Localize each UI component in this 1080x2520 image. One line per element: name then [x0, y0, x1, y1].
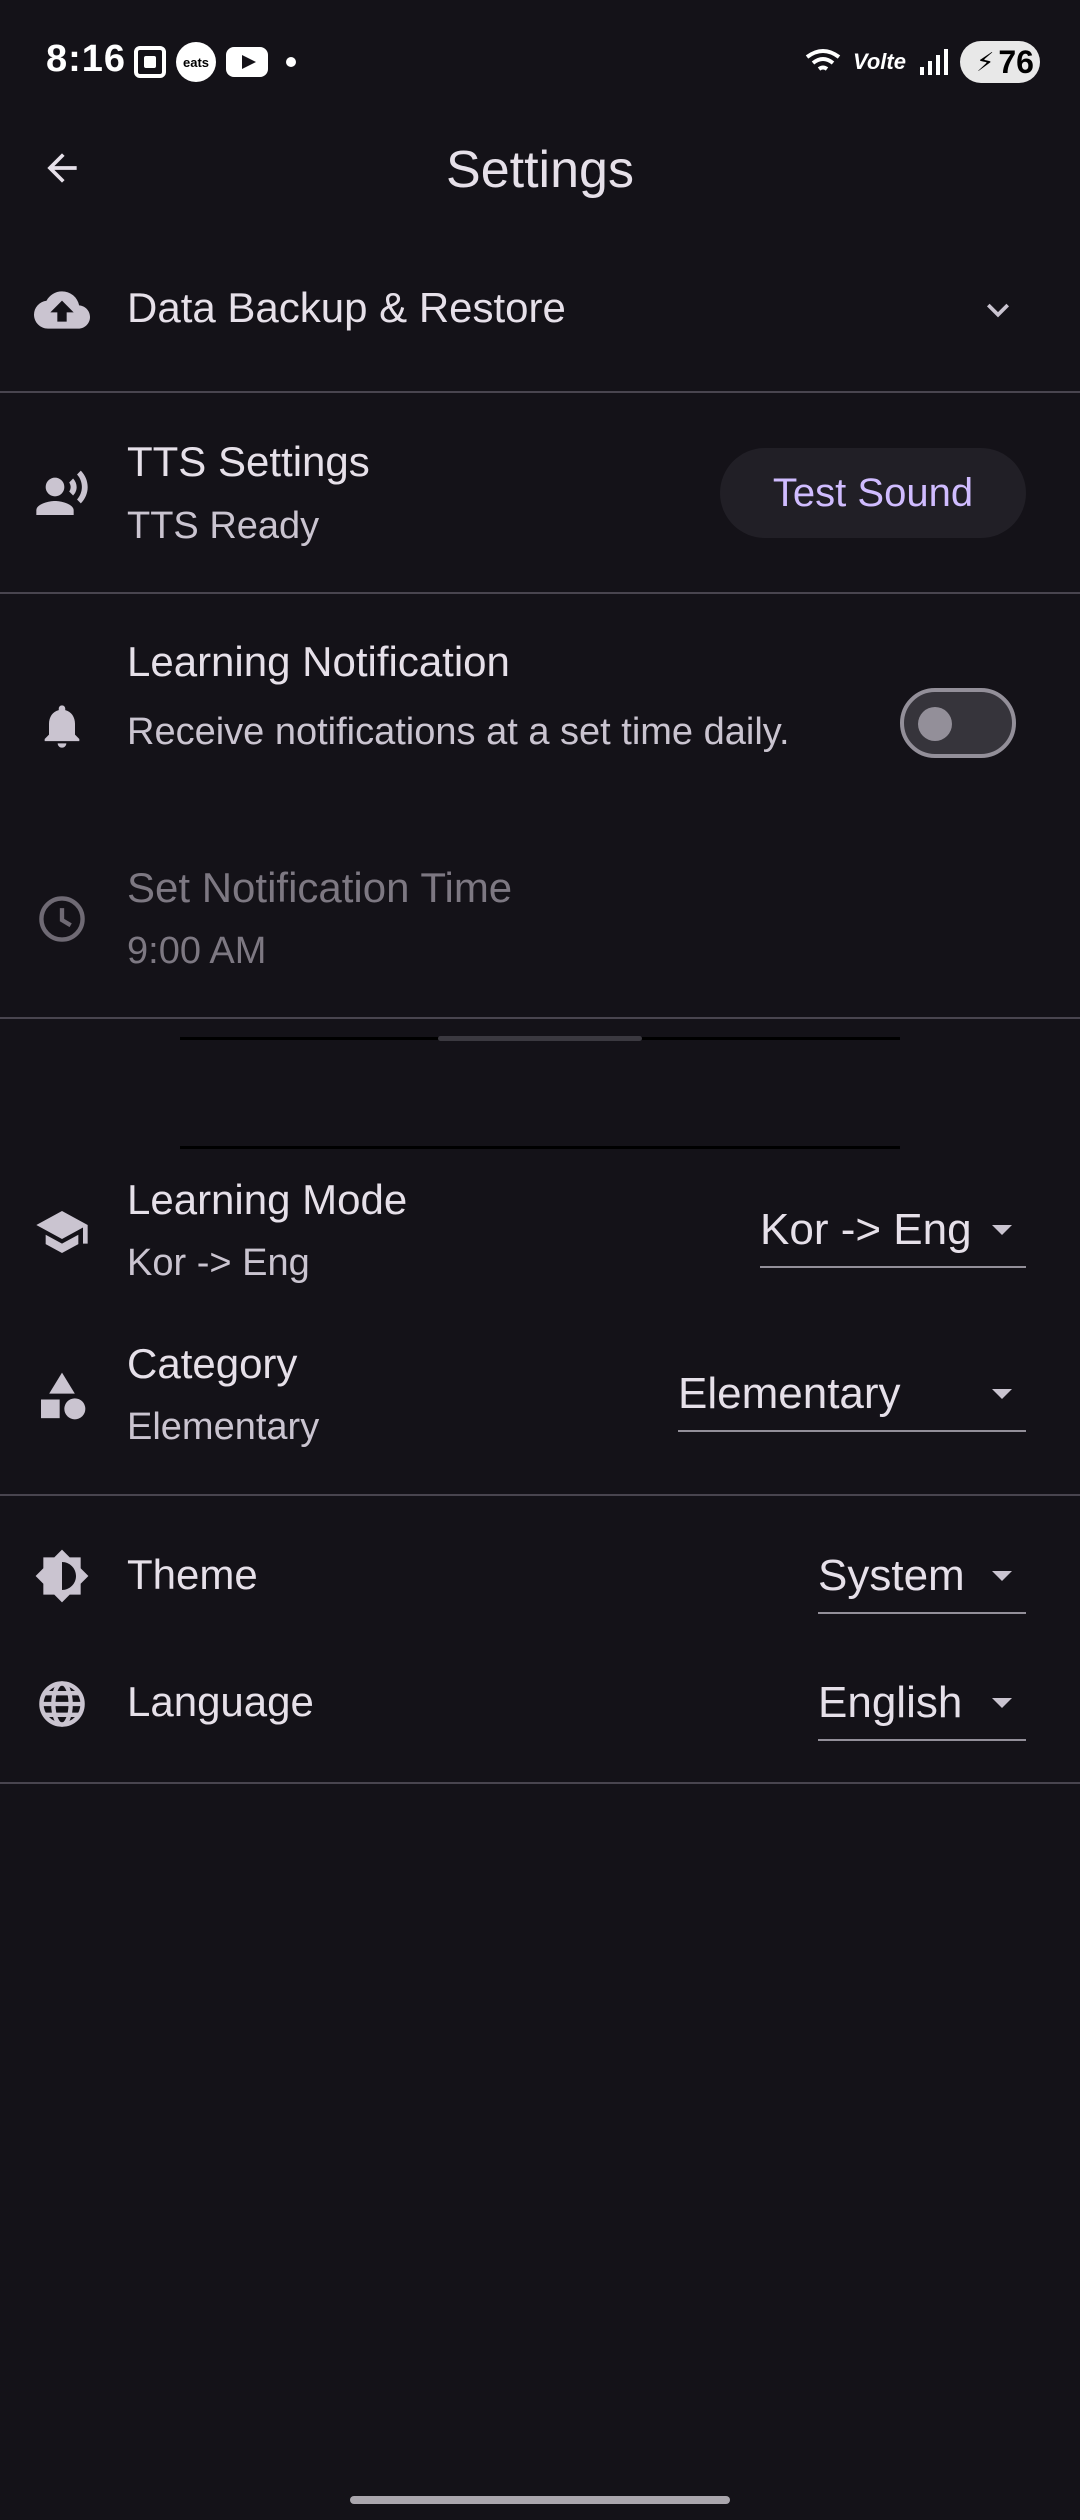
school-icon	[34, 1204, 90, 1260]
status-time: 8:16	[46, 38, 127, 80]
category-dropdown[interactable]: Elementary	[678, 1358, 1026, 1432]
battery-level: 76	[998, 43, 1034, 80]
brightness-icon	[34, 1548, 90, 1604]
category-selected: Elementary	[678, 1369, 901, 1418]
divider	[0, 1017, 1080, 1019]
divider	[0, 1494, 1080, 1496]
learning-mode-value: Kor -> Eng	[127, 1242, 310, 1284]
learning-mode-selected: Kor -> Eng	[760, 1205, 972, 1254]
clock-icon	[34, 891, 90, 947]
tts-status: TTS Ready	[127, 505, 320, 547]
wifi-icon	[805, 49, 841, 71]
learning-notification-title: Learning Notification	[127, 638, 510, 685]
separator-line	[180, 1146, 900, 1149]
notification-time-value: 9:00 AM	[127, 930, 267, 972]
theme-dropdown[interactable]: System	[818, 1540, 1026, 1614]
learning-mode-title: Learning Mode	[127, 1176, 408, 1223]
bell-icon	[34, 698, 90, 754]
eats-app-icon: eats	[176, 42, 216, 82]
status-notification-icons: eats	[134, 42, 296, 82]
more-notifications-dot-icon	[286, 57, 296, 67]
backup-restore-row[interactable]: Data Backup & Restore	[0, 250, 1080, 370]
battery-indicator: ⚡ 76	[960, 41, 1040, 83]
notification-toggle[interactable]	[900, 688, 1016, 758]
category-shapes-icon	[34, 1368, 90, 1424]
language-selected: English	[818, 1678, 963, 1727]
category-title: Category	[127, 1340, 298, 1387]
dropdown-arrow-icon	[992, 1389, 1012, 1399]
category-value: Elementary	[127, 1406, 320, 1448]
theme-selected: System	[818, 1551, 965, 1600]
globe-icon	[34, 1676, 90, 1732]
tts-settings-title: TTS Settings	[127, 438, 370, 485]
divider	[0, 592, 1080, 594]
divider	[0, 391, 1080, 393]
dropdown-arrow-icon	[992, 1698, 1012, 1708]
backup-restore-title: Data Backup & Restore	[127, 284, 566, 331]
screenshot-icon	[134, 46, 166, 78]
network-type: Volte	[853, 49, 906, 74]
record-voice-icon	[34, 466, 90, 522]
learning-mode-dropdown[interactable]: Kor -> Eng	[760, 1194, 1026, 1268]
language-dropdown[interactable]: English	[818, 1667, 1026, 1741]
dropdown-arrow-icon	[992, 1571, 1012, 1581]
drag-handle[interactable]	[438, 1036, 642, 1041]
learning-notification-description: Receive notifications at a set time dail…	[127, 711, 790, 753]
home-indicator[interactable]	[350, 2496, 730, 2504]
chevron-down-icon[interactable]	[970, 282, 1026, 338]
set-notification-time-title: Set Notification Time	[127, 864, 513, 911]
signal-icon	[920, 49, 948, 75]
status-right-icons: Volte ⚡ 76	[805, 40, 1040, 84]
dropdown-arrow-icon	[992, 1225, 1012, 1235]
cloud-upload-icon	[34, 282, 90, 338]
divider	[0, 1782, 1080, 1784]
language-title: Language	[127, 1678, 314, 1725]
charging-bolt-icon: ⚡	[976, 46, 995, 77]
theme-title: Theme	[127, 1551, 258, 1598]
page-title: Settings	[446, 141, 634, 199]
test-sound-button[interactable]: Test Sound	[720, 448, 1026, 538]
youtube-icon	[226, 47, 268, 77]
